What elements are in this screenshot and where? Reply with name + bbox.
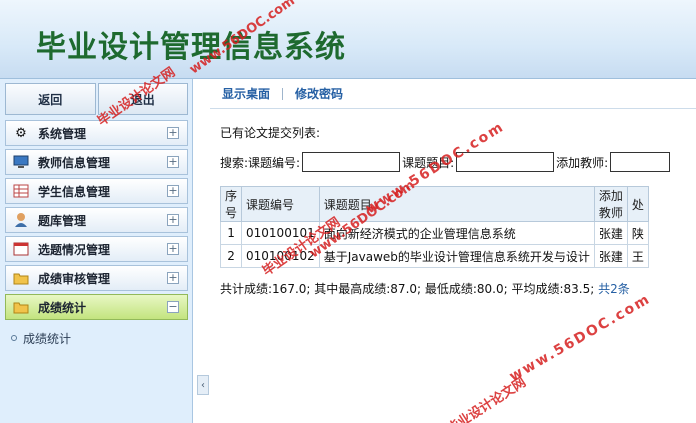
table-cell: 010100102 xyxy=(241,244,320,268)
sidebar-item-label: 教师信息管理 xyxy=(38,155,111,170)
sidebar-item-label: 选题情况管理 xyxy=(38,242,111,257)
show-desktop-link[interactable]: 显示桌面 xyxy=(222,85,270,102)
folder-icon xyxy=(12,269,30,287)
sidebar-item-teacher[interactable]: 教师信息管理 + xyxy=(5,149,188,175)
sidebar-item-student[interactable]: 学生信息管理 + xyxy=(5,178,188,204)
gear-icon: ⚙ xyxy=(15,125,27,141)
search-bar: 搜索: 课题编号: 课题题目: 添加教师: xyxy=(220,152,672,172)
sidebar-item-label: 学生信息管理 xyxy=(38,184,111,199)
topic-search-input[interactable] xyxy=(456,152,555,172)
column-header: 课题题目 xyxy=(318,186,595,222)
sidebar-item-label: 成绩统计 xyxy=(38,300,87,315)
expand-icon[interactable]: + xyxy=(167,185,179,197)
sidebar-item-system[interactable]: ⚙ 系统管理 + xyxy=(5,120,188,146)
logout-button[interactable]: 退出 xyxy=(97,83,188,115)
record-count-link[interactable]: 共2条 xyxy=(598,282,630,296)
watermark-text: 毕业设计论文网 xyxy=(444,375,529,423)
search-label: 搜索: xyxy=(220,155,249,170)
table-cell: 王 xyxy=(626,244,649,268)
expand-icon[interactable]: + xyxy=(167,243,179,255)
expand-icon[interactable]: + xyxy=(167,214,179,226)
expand-icon[interactable]: + xyxy=(167,127,179,139)
window-icon xyxy=(12,240,30,258)
teacher-search-input[interactable] xyxy=(610,152,671,172)
table-header-row: 序号 课题编号 课题题目 添加教师 处 xyxy=(219,186,649,222)
table-cell: 陕 xyxy=(626,221,649,245)
submenu-item-label: 成绩统计 xyxy=(23,331,72,346)
column-header: 课题编号 xyxy=(241,186,320,222)
submenu-item-grade-stats[interactable]: 成绩统计 xyxy=(5,323,188,353)
sidebar-item-grade-stats[interactable]: 成绩统计 − xyxy=(5,294,188,320)
collapse-icon[interactable]: − xyxy=(167,301,179,313)
bullet-icon xyxy=(11,335,17,341)
page-title: 已有论文提交列表: xyxy=(220,126,321,140)
change-password-link[interactable]: 修改密码 xyxy=(295,85,343,102)
sidebar-menu: ⚙ 系统管理 + 教师信息管理 + 学生信息管理 + 题库管理 + 选题情况管理… xyxy=(5,120,188,353)
code-search-input[interactable] xyxy=(302,152,401,172)
user-icon xyxy=(12,211,30,229)
thesis-table: 序号 课题编号 课题题目 添加教师 处 1 010100101 面向新经济模式的… xyxy=(219,186,649,268)
monitor-icon xyxy=(12,153,30,171)
toolbar-tabs: 显示桌面 修改密码 xyxy=(210,79,696,109)
table-cell: 面向新经济模式的企业管理信息系统 xyxy=(318,221,595,245)
column-header: 添加教师 xyxy=(593,186,628,222)
table-cell: 张建 xyxy=(593,221,628,245)
table-icon xyxy=(12,182,30,200)
app-title: 毕业设计管理信息系统 xyxy=(36,30,346,65)
watermark-text: www.56DOC.com xyxy=(506,290,654,386)
tab-divider xyxy=(282,87,284,100)
sidebar-item-label: 题库管理 xyxy=(38,213,87,228)
column-header: 序号 xyxy=(219,186,243,222)
teacher-field-label: 添加教师: xyxy=(556,155,609,170)
grade-summary: 共计成绩:167.0; 其中最高成绩:87.0; 最低成绩:80.0; 平均成绩… xyxy=(220,280,630,297)
table-cell: 1 xyxy=(219,221,243,245)
table-row[interactable]: 2 010100102 基于Javaweb的毕业设计管理信息系统开发与设计 张建… xyxy=(219,244,649,268)
column-header: 处 xyxy=(626,186,649,222)
sidebar-item-topic-selection[interactable]: 选题情况管理 + xyxy=(5,236,188,262)
expand-icon[interactable]: + xyxy=(167,156,179,168)
table-cell: 张建 xyxy=(593,244,628,268)
sidebar-item-label: 成绩审核管理 xyxy=(38,271,111,286)
table-row[interactable]: 1 010100101 面向新经济模式的企业管理信息系统 张建 陕 xyxy=(219,221,649,245)
app-header: 毕业设计管理信息系统 xyxy=(0,0,696,79)
expand-icon[interactable]: + xyxy=(167,272,179,284)
grade-summary-text: 共计成绩:167.0; 其中最高成绩:87.0; 最低成绩:80.0; 平均成绩… xyxy=(220,282,595,296)
sidebar-collapse-button[interactable]: ‹ xyxy=(197,375,209,395)
folder-icon xyxy=(12,298,30,316)
table-cell: 2 xyxy=(219,244,243,268)
topic-field-label: 课题题目: xyxy=(402,155,455,170)
code-field-label: 课题编号: xyxy=(248,155,301,170)
sidebar-item-question-bank[interactable]: 题库管理 + xyxy=(5,207,188,233)
sidebar-top-buttons: 返回 退出 xyxy=(5,83,188,115)
sidebar: 返回 退出 ⚙ 系统管理 + 教师信息管理 + 学生信息管理 + 题库管理 + … xyxy=(0,79,193,423)
table-cell: 010100101 xyxy=(241,221,320,245)
table-cell: 基于Javaweb的毕业设计管理信息系统开发与设计 xyxy=(318,244,595,268)
sidebar-item-grade-review[interactable]: 成绩审核管理 + xyxy=(5,265,188,291)
back-button[interactable]: 返回 xyxy=(5,83,96,115)
sidebar-item-label: 系统管理 xyxy=(38,126,87,141)
